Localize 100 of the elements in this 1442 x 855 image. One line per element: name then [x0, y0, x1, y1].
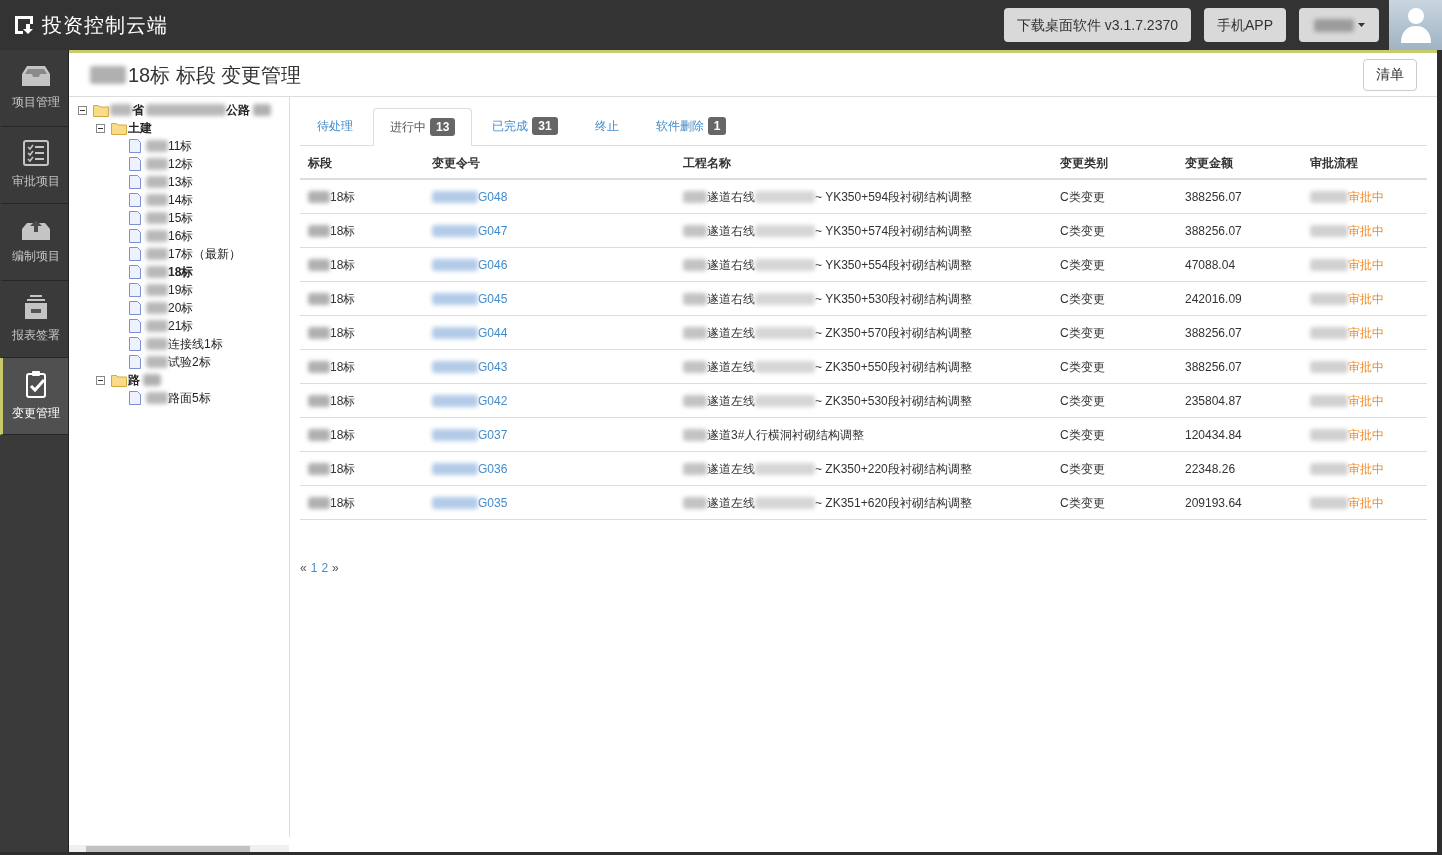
project-name-text: 遂道左线 — [707, 460, 755, 478]
table-cell-text: C类变更 — [1060, 222, 1105, 240]
tree-node-label[interactable]: 省 — [132, 101, 144, 119]
change-order-link[interactable]: G043 — [478, 357, 508, 376]
project-name-text: ~ ZK350+220段衬砌结构调整 — [815, 460, 972, 478]
tree-node-label[interactable]: 21标 — [168, 317, 194, 335]
tree-node-label[interactable]: 13标 — [168, 173, 194, 191]
project-name-text: 遂道左线 — [707, 358, 755, 376]
column-header: 工程名称 — [683, 156, 731, 170]
table-cell-text: 18标 — [330, 358, 356, 376]
tree-node-label[interactable]: 18标 — [168, 263, 194, 281]
tree-node-label[interactable]: 公路 — [226, 101, 250, 119]
horizontal-scrollbar[interactable] — [69, 845, 289, 852]
change-order-link[interactable]: G045 — [478, 289, 508, 308]
count-badge: 13 — [430, 118, 456, 136]
table-cell-text: C类变更 — [1060, 256, 1105, 274]
tab[interactable]: 软件删除 1 — [638, 107, 744, 145]
project-name-text: 遂道左线 — [707, 494, 755, 512]
project-name-text: ~ ZK350+570段衬砌结构调整 — [815, 324, 972, 342]
tree-node-label[interactable]: 19标 — [168, 281, 194, 299]
change-order-link[interactable]: G037 — [478, 425, 508, 444]
app-title: 投资控制云端 — [42, 13, 168, 38]
table-cell-text: C类变更 — [1060, 188, 1105, 206]
table-cell-text: 18标 — [330, 290, 356, 308]
change-order-link[interactable]: G036 — [478, 459, 508, 478]
document-icon — [129, 265, 141, 279]
change-order-link[interactable]: G048 — [478, 187, 508, 206]
tree-node-label[interactable]: 20标 — [168, 299, 194, 317]
tree-node-label[interactable]: 路面5标 — [168, 389, 211, 407]
column-header: 审批流程 — [1310, 156, 1358, 170]
tab[interactable]: 终止 — [577, 107, 636, 145]
tree-node-label[interactable]: 路 — [128, 371, 140, 389]
project-name-text: ~ YK350+594段衬砌结构调整 — [815, 188, 973, 206]
page-link[interactable]: 2 — [321, 559, 329, 577]
folder-icon — [111, 373, 127, 387]
header-button[interactable]: 手机APP — [1204, 8, 1286, 42]
tree-node-label[interactable]: 16标 — [168, 227, 194, 245]
table-cell-text: 22348.26 — [1185, 460, 1236, 478]
list-button[interactable]: 清单 — [1363, 58, 1417, 91]
header-button[interactable]: 下载桌面软件 v3.1.7.2370 — [1003, 8, 1191, 42]
checklist-icon — [22, 140, 49, 166]
tree-node-label[interactable]: 12标 — [168, 155, 194, 173]
previous-page-link[interactable]: « — [300, 559, 307, 577]
project-name-text: ~ YK350+554段衬砌结构调整 — [815, 256, 973, 274]
collapse-icon[interactable] — [96, 375, 105, 385]
change-order-link[interactable]: G047 — [478, 221, 508, 240]
project-name-text: 遂道左线 — [707, 392, 755, 410]
table-cell-text: 235804.87 — [1185, 392, 1242, 410]
project-name-text: 遂道右线 — [707, 290, 755, 308]
column-header: 变更类别 — [1060, 156, 1108, 170]
tree-node-label[interactable]: 土建 — [128, 119, 152, 137]
table-cell-text: 18标 — [330, 222, 356, 240]
column-header: 变更令号 — [432, 156, 480, 170]
tab[interactable]: 进行中 13 — [373, 108, 473, 146]
document-icon — [129, 301, 141, 315]
tree-node-label[interactable]: 14标 — [168, 191, 194, 209]
project-name-text: 遂道右线 — [707, 256, 755, 274]
nav-item[interactable]: 编制项目 — [0, 204, 68, 281]
upload-tray-icon — [20, 219, 51, 241]
tree-node-label[interactable]: 试验2标 — [168, 353, 211, 371]
table-cell-text: C类变更 — [1060, 426, 1105, 444]
page-link[interactable]: 1 — [310, 559, 318, 577]
document-icon — [129, 157, 141, 171]
nav-item[interactable]: 审批项目 — [0, 127, 68, 204]
tab[interactable]: 已完成 31 — [475, 107, 575, 145]
page-title: 18标 标段 变更管理 — [128, 62, 302, 88]
table-cell-text: C类变更 — [1060, 290, 1105, 308]
document-icon — [129, 193, 141, 207]
table-cell-text: C类变更 — [1060, 324, 1105, 342]
scrollbar-thumb[interactable] — [86, 845, 250, 852]
collapse-icon[interactable] — [96, 123, 105, 133]
project-name-text: 遂道右线 — [707, 222, 755, 240]
nav-item[interactable]: 项目管理 — [0, 50, 68, 127]
next-page-link[interactable]: » — [332, 559, 339, 577]
change-order-link[interactable]: G042 — [478, 391, 508, 410]
table-cell-text: 120434.84 — [1185, 426, 1242, 444]
tab[interactable]: 待处理 — [300, 107, 370, 145]
table-cell-text: 18标 — [330, 188, 356, 206]
nav-item[interactable]: 变更管理 — [0, 358, 68, 435]
document-icon — [129, 391, 141, 405]
status-text: 审批中 — [1348, 392, 1384, 410]
caret-icon — [1357, 23, 1365, 27]
project-name-text: ~ YK350+530段衬砌结构调整 — [815, 290, 973, 308]
tree-node-label[interactable]: 15标 — [168, 209, 194, 227]
change-order-link[interactable]: G046 — [478, 255, 508, 274]
table-cell-text: 242016.09 — [1185, 290, 1242, 308]
tree-node-label[interactable]: 11标 — [168, 137, 193, 155]
collapse-icon[interactable] — [78, 105, 87, 115]
status-text: 审批中 — [1348, 324, 1384, 342]
table-cell-text: 18标 — [330, 494, 356, 512]
table-cell-text: 209193.64 — [1185, 494, 1242, 512]
user-avatar-icon[interactable] — [1389, 0, 1442, 50]
cabinet-icon — [22, 294, 49, 320]
change-order-link[interactable]: G035 — [478, 493, 508, 512]
change-order-link[interactable]: G044 — [478, 323, 508, 342]
document-icon — [129, 247, 141, 261]
status-text: 审批中 — [1348, 358, 1384, 376]
tree-node-label[interactable]: 17标（最新） — [168, 245, 242, 263]
user-menu-button[interactable] — [1299, 8, 1379, 42]
tree-node-label[interactable]: 连接线1标 — [168, 335, 223, 353]
